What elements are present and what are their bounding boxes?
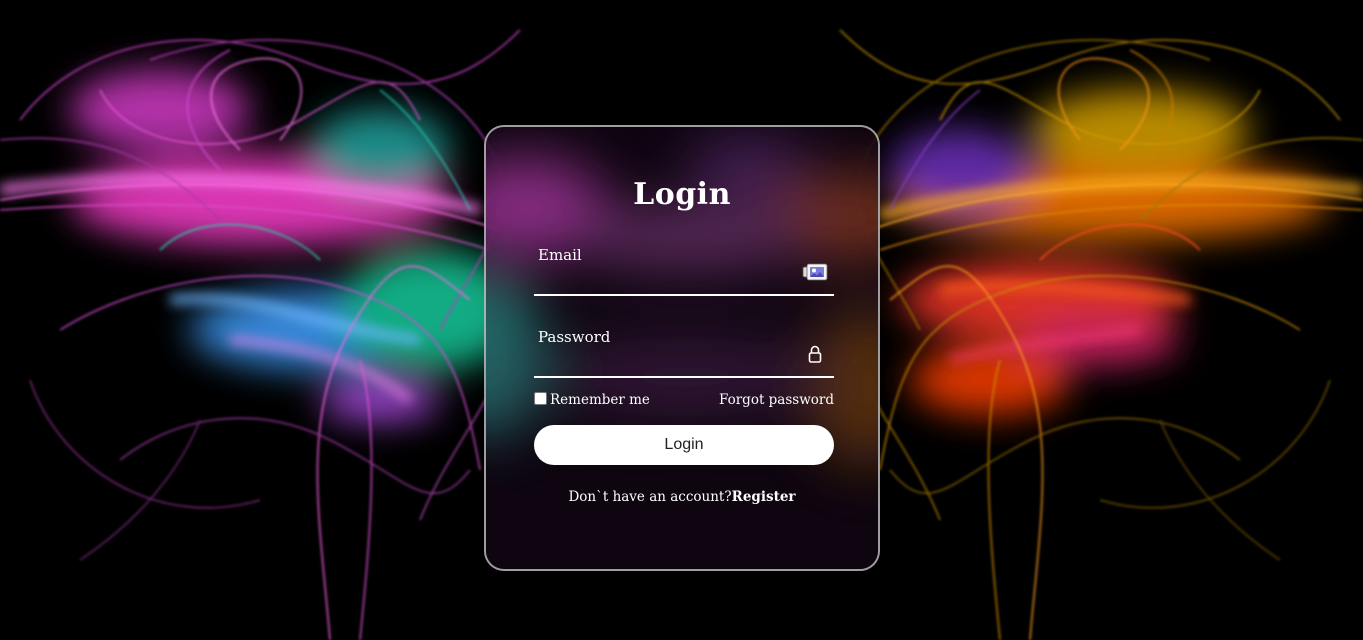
- login-button[interactable]: Login: [534, 425, 834, 465]
- forgot-password-link[interactable]: Forgot password: [719, 392, 834, 408]
- login-card: Login Email Password Remember me Forgot …: [484, 125, 880, 571]
- email-field: Email: [534, 244, 834, 296]
- password-label: Password: [538, 328, 611, 346]
- password-field: Password: [534, 326, 834, 378]
- login-page: Login Email Password Remember me Forgot …: [0, 0, 1363, 640]
- remember-me[interactable]: Remember me: [534, 392, 650, 408]
- id-card-icon: [802, 261, 828, 283]
- register-row: Don`t have an account?Register: [486, 489, 878, 505]
- remember-me-checkbox[interactable]: [534, 392, 547, 405]
- password-input[interactable]: [538, 348, 797, 374]
- remember-me-label: Remember me: [550, 392, 650, 408]
- register-link[interactable]: Register: [732, 489, 796, 505]
- lock-icon: [802, 343, 828, 365]
- email-label: Email: [538, 246, 582, 264]
- options-row: Remember me Forgot password: [534, 392, 834, 412]
- email-input[interactable]: [538, 266, 797, 292]
- register-prompt: Don`t have an account?: [568, 489, 732, 505]
- login-title: Login: [633, 177, 731, 212]
